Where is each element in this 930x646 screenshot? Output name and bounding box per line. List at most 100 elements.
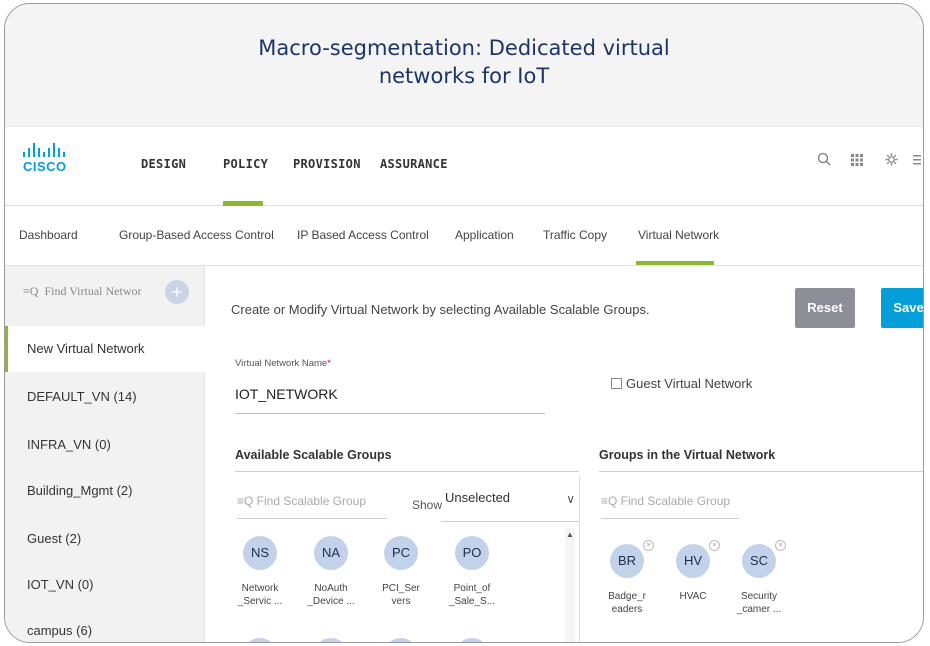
group-name: HVAC xyxy=(663,590,723,603)
available-group-point-of-sale[interactable]: PO Point_of _Sale_S... xyxy=(442,536,502,608)
sidebar-item-campus[interactable]: campus (6) xyxy=(5,608,205,642)
slide-frame: Macro-segmentation: Dedicated virtual ne… xyxy=(4,3,924,643)
available-group-network-services[interactable]: NS Network _Servic ... xyxy=(230,536,290,608)
required-marker: * xyxy=(327,358,331,369)
sidebar-item-default-vn[interactable]: DEFAULT_VN (14) xyxy=(5,374,205,420)
available-groups-title: Available Scalable Groups xyxy=(235,448,392,462)
cisco-logo-text: CISCO xyxy=(23,159,67,174)
group-name: Network _Servic ... xyxy=(230,582,290,608)
group-avatar: BR × xyxy=(610,540,654,578)
top-navigation: CISCO DESIGN POLICY PROVISION ASSURANCE xyxy=(5,126,923,206)
sidebar-item-guest[interactable]: Guest (2) xyxy=(5,516,205,562)
sidebar-search-input[interactable]: ≡Q Find Virtual Networ xyxy=(23,284,142,299)
plus-icon: + xyxy=(171,282,183,302)
chevron-down-icon: ∨ xyxy=(566,492,575,506)
selected-group-badge-readers[interactable]: BR × Badge_readers xyxy=(597,540,657,616)
vn-name-label: Virtual Network Name* xyxy=(235,358,331,369)
remove-icon[interactable]: × xyxy=(775,540,786,551)
add-virtual-network-button[interactable]: + xyxy=(165,280,189,304)
group-name-line-1: HVAC xyxy=(679,591,707,602)
reset-button[interactable]: Reset xyxy=(795,288,855,328)
vn-name-label-text: Virtual Network Name xyxy=(235,358,328,369)
available-group-pci-servers[interactable]: PC PCI_Servers xyxy=(371,536,431,608)
group-avatar: HV × xyxy=(676,540,720,578)
group-name: Point_of _Sale_S... xyxy=(442,582,502,608)
tab-ip-based-access-control[interactable]: IP Based Access Control xyxy=(297,228,429,242)
save-button[interactable]: Save xyxy=(881,288,923,328)
tab-application[interactable]: Application xyxy=(455,228,514,242)
vn-name-input[interactable]: IOT_NETWORK xyxy=(235,380,545,414)
guest-checkbox[interactable] xyxy=(611,378,622,389)
group-name-line-1: NoAuth xyxy=(314,583,348,594)
show-filter-value: Unselected xyxy=(445,490,511,505)
group-avatar-partial xyxy=(384,638,418,642)
group-name-line-1: Badge_r xyxy=(608,591,646,602)
apps-grid-icon[interactable] xyxy=(851,152,863,170)
filter-search-icon: ≡Q xyxy=(601,494,621,508)
group-abbr: SC xyxy=(749,553,769,568)
sidebar-item-new-virtual-network[interactable]: New Virtual Network xyxy=(5,326,205,372)
gear-icon[interactable] xyxy=(885,152,898,170)
groups-in-vn-divider xyxy=(599,471,923,472)
group-name-line-1: PCI_Ser xyxy=(382,583,420,594)
filter-search-icon: ≡Q xyxy=(237,494,257,508)
sidebar-item-infra-vn[interactable]: INFRA_VN (0) xyxy=(5,422,205,468)
group-name-line-2: eaders xyxy=(611,604,643,615)
cisco-logo-bars-icon xyxy=(23,143,83,157)
nav-provision[interactable]: PROVISION xyxy=(293,157,361,171)
group-name: Badge_readers xyxy=(597,590,657,616)
available-group-search-input[interactable]: ≡Q Find Scalable Group xyxy=(237,494,387,519)
selected-group-security-cameras[interactable]: SC × Security _camer ... xyxy=(729,540,789,616)
nav-design[interactable]: DESIGN xyxy=(141,157,186,171)
group-avatar-partial xyxy=(455,638,489,642)
group-name-line-2: _camer ... xyxy=(736,604,782,615)
virtual-network-editor: Create or Modify Virtual Network by sele… xyxy=(205,266,923,642)
cisco-logo[interactable]: CISCO xyxy=(23,143,83,174)
group-name-line-1: Point_of xyxy=(453,583,491,594)
guest-virtual-network-option[interactable]: Guest Virtual Network xyxy=(611,376,752,391)
virtual-network-sidebar: ≡Q Find Virtual Networ + New Virtual Net… xyxy=(5,266,205,642)
menu-icon[interactable] xyxy=(913,152,921,170)
guest-checkbox-label: Guest Virtual Network xyxy=(626,376,753,391)
selected-group-search-input[interactable]: ≡Q Find Scalable Group xyxy=(601,494,739,519)
nav-assurance[interactable]: ASSURANCE xyxy=(380,157,448,171)
group-avatar: PC xyxy=(384,536,418,570)
available-groups-scrollbar[interactable] xyxy=(565,528,575,642)
tab-traffic-copy[interactable]: Traffic Copy xyxy=(543,228,607,242)
sidebar-item-building-mgmt[interactable]: Building_Mgmt (2) xyxy=(5,468,205,514)
available-groups-divider xyxy=(235,471,579,472)
group-avatar: NA xyxy=(314,536,348,570)
group-avatar: PO xyxy=(455,536,489,570)
show-label: Show xyxy=(412,498,443,512)
group-avatar: NS xyxy=(243,536,277,570)
instruction-text: Create or Modify Virtual Network by sele… xyxy=(231,302,650,317)
scroll-up-arrow-icon[interactable]: ▲ xyxy=(566,530,574,539)
remove-icon[interactable]: × xyxy=(643,540,654,551)
selected-group-hvac[interactable]: HV × HVAC xyxy=(663,540,723,603)
group-name: NoAuth _Device ... xyxy=(301,582,361,608)
available-group-noauth-devices[interactable]: NA NoAuth _Device ... xyxy=(301,536,361,608)
tab-dashboard[interactable]: Dashboard xyxy=(19,228,78,242)
selected-search-placeholder: Find Scalable Group xyxy=(620,494,731,508)
group-name-line-2: _Device ... xyxy=(307,596,355,607)
panel-divider xyxy=(579,476,580,642)
group-name-line-2: _Sale_S... xyxy=(448,596,496,607)
group-name: PCI_Servers xyxy=(371,582,431,608)
tab-virtual-network[interactable]: Virtual Network xyxy=(638,228,719,242)
group-name-line-1: Network xyxy=(241,583,279,594)
show-filter-select[interactable]: Unselected ∨ xyxy=(441,490,579,522)
slide-title-line-1: Macro-segmentation: Dedicated virtual xyxy=(258,36,670,60)
group-name-line-2: vers xyxy=(391,596,411,607)
group-abbr: BR xyxy=(617,553,637,568)
remove-icon[interactable]: × xyxy=(709,540,720,551)
sidebar-search-placeholder: Find Virtual Networ xyxy=(44,284,142,298)
tab-group-based-access-control[interactable]: Group-Based Access Control xyxy=(119,228,274,242)
subnav-active-indicator xyxy=(636,261,714,265)
search-icon[interactable] xyxy=(817,152,831,170)
group-abbr: HV xyxy=(683,553,703,568)
sidebar-item-iot-vn[interactable]: IOT_VN (0) xyxy=(5,562,205,608)
group-avatar: SC × xyxy=(742,540,786,578)
slide-title: Macro-segmentation: Dedicated virtual ne… xyxy=(5,4,923,126)
group-name: Security _camer ... xyxy=(729,590,789,616)
nav-policy[interactable]: POLICY xyxy=(223,157,268,171)
